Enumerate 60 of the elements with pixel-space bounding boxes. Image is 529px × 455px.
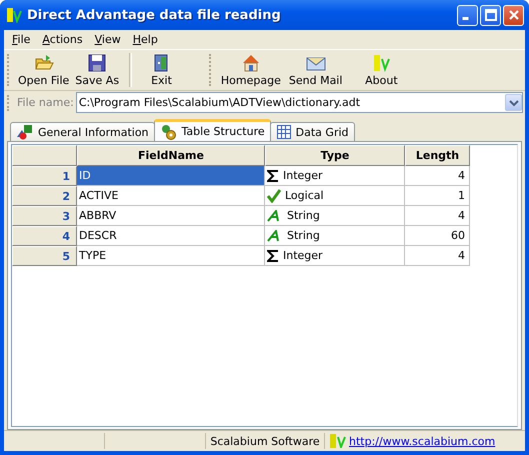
row-number[interactable]: 1 <box>12 166 77 186</box>
dropdown-button[interactable] <box>505 94 522 111</box>
grid-icon <box>276 124 292 140</box>
close-icon <box>508 9 520 21</box>
table-cell[interactable]: Logical <box>265 186 405 206</box>
sigma-icon <box>267 250 279 262</box>
app-logo-icon <box>6 7 22 23</box>
table-cell[interactable]: 4 <box>405 206 470 226</box>
door-icon <box>153 54 170 72</box>
checkmark-icon <box>267 188 281 202</box>
row-number[interactable]: 2 <box>12 186 77 206</box>
table-cell[interactable]: 1 <box>405 186 470 206</box>
menu-item[interactable]: File <box>6 33 36 46</box>
tab[interactable]: Table Structure <box>154 119 271 141</box>
window-title: Direct Advantage data file reading <box>27 8 282 22</box>
file-name-field[interactable]: C:\Program Files\Scalabium\ADTView\dictionary.adt <box>76 92 523 113</box>
row-number[interactable]: 5 <box>12 246 77 266</box>
table-cell[interactable]: ACTIVE <box>77 186 265 206</box>
table-cell[interactable]: 60 <box>405 226 470 246</box>
row-number[interactable]: 3 <box>12 206 77 226</box>
table-cell[interactable]: TYPE <box>77 246 265 266</box>
table-cell[interactable]: String <box>265 226 405 246</box>
table-cell[interactable]: Integer <box>265 246 405 266</box>
table-cell[interactable]: ABBRV <box>77 206 265 226</box>
menu-item[interactable]: Actions <box>36 33 89 46</box>
website-link[interactable]: http://www.scalabium.com <box>349 434 496 448</box>
chevron-down-icon <box>508 98 518 106</box>
table-cell[interactable]: DESCR <box>77 226 265 246</box>
table-cell[interactable]: 4 <box>405 166 470 186</box>
toolbar-button[interactable]: Send Mail <box>284 50 346 90</box>
maximize-icon <box>484 9 496 21</box>
logo-icon <box>329 434 347 448</box>
toolbar-button[interactable]: Exit <box>135 50 202 90</box>
folder-icon <box>34 54 54 72</box>
menu-item[interactable]: Help <box>126 33 164 46</box>
toolbar-button[interactable]: Homepage <box>216 50 285 90</box>
toolbar-button[interactable]: Save As <box>72 50 122 90</box>
column-header[interactable]: Length <box>405 145 470 166</box>
file-name-label: File name: <box>17 96 74 109</box>
maximize-button[interactable] <box>480 4 501 26</box>
status-text: Scalabium Software <box>210 434 320 448</box>
minimize-icon <box>462 17 469 20</box>
close-button[interactable] <box>503 4 524 26</box>
toolbar-button[interactable]: About <box>346 50 416 90</box>
column-header[interactable]: FieldName <box>77 145 265 166</box>
shapes-icon <box>16 124 34 140</box>
row-number[interactable]: 4 <box>12 226 77 246</box>
table-cell[interactable]: 4 <box>405 246 470 266</box>
table-cell[interactable]: String <box>265 206 405 226</box>
house-icon <box>240 54 261 72</box>
menu-item[interactable]: View <box>88 33 127 46</box>
toolbar-button[interactable]: Open File <box>15 50 72 90</box>
column-header[interactable]: Type <box>265 145 405 166</box>
table-cell[interactable]: ID <box>77 166 265 186</box>
minimize-button[interactable] <box>457 4 478 26</box>
logo-icon <box>371 54 392 72</box>
tab[interactable]: General Information <box>10 122 155 141</box>
table-cell[interactable]: Integer <box>265 166 405 186</box>
sigma-icon <box>267 170 279 182</box>
tab[interactable]: Data Grid <box>270 122 355 141</box>
